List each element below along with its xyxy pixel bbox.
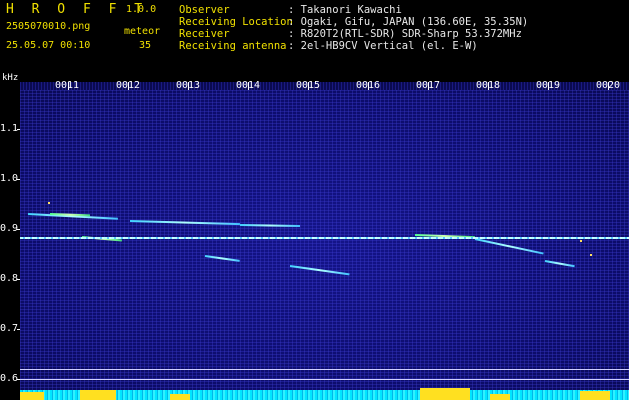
meteor-echo-trail <box>239 224 301 228</box>
meteor-echo-trail <box>129 220 240 226</box>
spectrogram-plot <box>20 90 629 400</box>
signal-peak <box>580 391 610 400</box>
frequency-guide-line <box>20 369 629 370</box>
x-tick-mark <box>608 82 609 90</box>
noise-speck <box>48 202 50 204</box>
meteor-count: 35 <box>139 40 152 51</box>
image-filename: 2505070010.png <box>6 21 91 32</box>
x-tick-mark <box>428 82 429 90</box>
x-tick-mark <box>248 82 249 90</box>
noise-speck <box>580 240 582 242</box>
antenna-label: Receiving antenna <box>179 40 287 52</box>
signal-peak <box>170 394 190 400</box>
meteor-label: meteor <box>124 26 161 37</box>
noise-speck <box>590 254 592 256</box>
frequency-guide-line <box>20 379 629 380</box>
x-tick-mark <box>548 82 549 90</box>
meteor-echo-trail <box>289 265 350 276</box>
meteor-echo-trail <box>204 255 240 262</box>
antenna-value: : 2el-HB9CV Vertical (el. E-W) <box>288 40 478 52</box>
signal-peak <box>420 388 470 400</box>
x-tick-mark <box>128 82 129 90</box>
receiver-value: : R820T2(RTL-SDR) SDR-Sharp 53.372MHz <box>288 28 522 40</box>
app-version: 1.0.0 <box>126 4 157 15</box>
carrier-signal-line <box>20 237 629 239</box>
signal-peak <box>20 392 44 400</box>
meteor-echo-trail <box>474 238 544 255</box>
signal-peak <box>490 394 510 400</box>
location-value: : Ogaki, Gifu, JAPAN (136.60E, 35.35N) <box>288 16 529 28</box>
observer-value: : Takanori Kawachi <box>288 4 402 16</box>
location-label: Receiving Location <box>179 16 293 28</box>
receiver-label: Receiver <box>179 28 230 40</box>
header-panel: H R O F F T 1.0.0 2505070010.png 25.05.0… <box>0 0 629 80</box>
observer-label: Observer <box>179 4 230 16</box>
signal-peak <box>80 390 116 400</box>
observation-datetime: 25.05.07 00:10 <box>6 40 91 51</box>
x-tick-mark <box>368 82 369 90</box>
y-unit-label: kHz <box>2 73 19 83</box>
x-tick-mark <box>188 82 189 90</box>
meteor-echo-trail <box>544 260 575 268</box>
x-tick-mark <box>488 82 489 90</box>
x-tick-mark <box>68 82 69 90</box>
x-tick-mark <box>308 82 309 90</box>
